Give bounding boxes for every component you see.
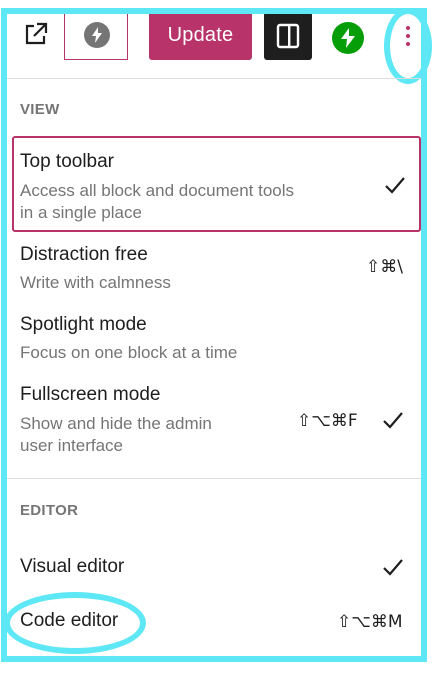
menu-item-spotlight-mode[interactable]: Spotlight mode Focus on one block at a t… xyxy=(7,304,426,370)
settings-panel-icon xyxy=(276,23,300,49)
section-divider xyxy=(7,478,426,479)
header-divider xyxy=(7,78,426,79)
menu-item-code-editor[interactable]: Code editor ⇧⌥⌘M xyxy=(7,600,426,644)
menu-item-label: Fullscreen mode xyxy=(20,384,161,405)
editor-section-title: EDITOR xyxy=(20,502,79,519)
settings-panel-toggle[interactable] xyxy=(264,12,312,60)
menu-item-description: Write with calmness xyxy=(20,273,171,292)
menu-item-description: user interface xyxy=(20,436,123,455)
menu-item-top-toolbar[interactable]: Top toolbar Access all block and documen… xyxy=(12,136,421,232)
jetpack-icon xyxy=(84,22,110,48)
jetpack-button[interactable] xyxy=(64,10,128,60)
jetpack-green-button[interactable] xyxy=(332,22,364,54)
menu-item-label: Top toolbar xyxy=(20,151,115,172)
menu-item-description: in a single place xyxy=(20,203,142,222)
external-link-icon[interactable] xyxy=(22,20,50,48)
keyboard-shortcut: ⇧⌘\ xyxy=(366,257,403,277)
menu-item-visual-editor[interactable]: Visual editor xyxy=(7,546,426,590)
menu-item-label: Spotlight mode xyxy=(20,314,147,335)
update-button[interactable]: Update xyxy=(149,11,252,60)
view-section-title: VIEW xyxy=(20,101,60,118)
check-icon xyxy=(383,412,403,429)
menu-item-description: Focus on one block at a time xyxy=(20,343,238,362)
editor-header-toolbar: Update xyxy=(0,0,438,84)
menu-item-description: Show and hide the admin xyxy=(20,414,212,433)
keyboard-shortcut: ⇧⌥⌘F xyxy=(297,411,358,431)
menu-item-distraction-free[interactable]: Distraction free Write with calmness ⇧⌘\ xyxy=(7,234,426,300)
menu-item-label: Distraction free xyxy=(20,244,148,265)
menu-item-label: Visual editor xyxy=(20,556,125,577)
menu-item-description: Access all block and document tools xyxy=(20,181,295,200)
more-options-icon xyxy=(406,26,410,30)
keyboard-shortcut: ⇧⌥⌘M xyxy=(337,612,403,632)
menu-item-fullscreen-mode[interactable]: Fullscreen mode Show and hide the admin … xyxy=(7,374,426,466)
more-options-dot xyxy=(406,42,410,46)
more-options-button[interactable] xyxy=(386,14,432,84)
menu-item-label: Code editor xyxy=(20,610,119,631)
jetpack-green-icon xyxy=(341,28,355,48)
section-divider xyxy=(7,658,426,659)
more-options-dot xyxy=(406,34,410,38)
check-icon xyxy=(385,177,405,194)
check-icon xyxy=(383,559,403,576)
